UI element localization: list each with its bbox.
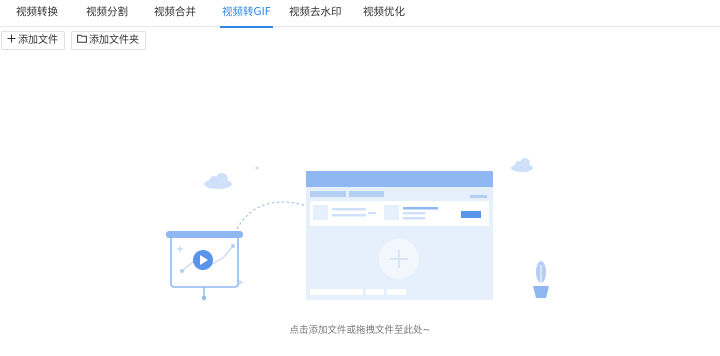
potted-plant-icon [533, 261, 549, 298]
tab-video-optimize[interactable]: 视频优化 [363, 0, 405, 27]
cloud-left-icon [204, 173, 232, 189]
add-file-button[interactable]: 添加文件 [1, 31, 65, 50]
sparkle-dot [255, 166, 259, 170]
add-file-label: 添加文件 [18, 35, 58, 46]
plus-icon [7, 32, 16, 49]
cloud-right-icon [511, 158, 533, 172]
tab-video-remove-watermark[interactable]: 视频去水印 [289, 0, 342, 27]
empty-state-hint: 点击添加文件或拖拽文件至此处~ [289, 325, 431, 336]
tab-video-merge[interactable]: 视频合并 [154, 0, 196, 27]
tab-video-convert[interactable]: 视频转换 [16, 0, 58, 27]
add-folder-button[interactable]: 添加文件夹 [71, 31, 146, 50]
tab-bar: 视频转换 视频分割 视频合并 视频转GIF 视频去水印 视频优化 [0, 0, 720, 28]
dashed-connector [236, 201, 308, 230]
presentation-board-icon [166, 231, 243, 301]
tab-video-to-gif[interactable]: 视频转GIF [220, 0, 273, 28]
tab-video-split[interactable]: 视频分割 [86, 0, 128, 27]
folder-icon [77, 32, 87, 49]
add-folder-label: 添加文件夹 [89, 35, 139, 46]
file-drop-zone[interactable] [306, 171, 493, 300]
